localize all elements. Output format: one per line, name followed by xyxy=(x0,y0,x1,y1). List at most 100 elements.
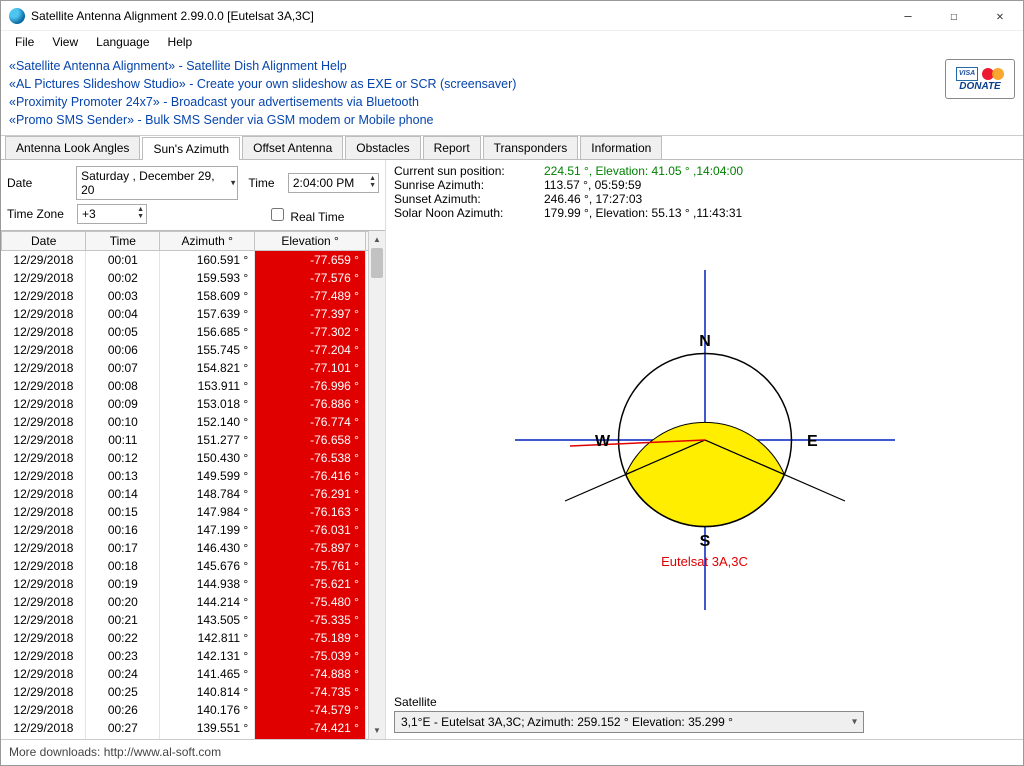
table-row[interactable]: 12/29/201800:24141.465 °-74.888 ° xyxy=(2,665,385,683)
cell-time: 00:17 xyxy=(86,539,160,557)
cell-elevation: -77.397 ° xyxy=(255,305,366,323)
status-text: More downloads: http://www.al-soft.com xyxy=(9,745,221,759)
donate-button[interactable]: VISA DONATE xyxy=(945,59,1015,99)
satellite-combo[interactable]: 3,1°E - Eutelsat 3A,3C; Azimuth: 259.152… xyxy=(394,711,864,733)
cell-elevation: -76.163 ° xyxy=(255,503,366,521)
menu-language[interactable]: Language xyxy=(88,33,157,51)
cell-date: 12/29/2018 xyxy=(2,287,86,305)
table-row[interactable]: 12/29/201800:12150.430 °-76.538 ° xyxy=(2,449,385,467)
cell-time: 00:11 xyxy=(86,431,160,449)
chevron-down-icon: ▾ xyxy=(231,178,236,189)
table-row[interactable]: 12/29/201800:08153.911 °-76.996 ° xyxy=(2,377,385,395)
cell-date: 12/29/2018 xyxy=(2,647,86,665)
table-row[interactable]: 12/29/201800:23142.131 °-75.039 ° xyxy=(2,647,385,665)
table-row[interactable]: 12/29/201800:22142.811 °-75.189 ° xyxy=(2,629,385,647)
table-row[interactable]: 12/29/201800:17146.430 °-75.897 ° xyxy=(2,539,385,557)
cell-azimuth: 142.811 ° xyxy=(160,629,255,647)
time-spinner[interactable]: 2:04:00 PM ▲▼ xyxy=(288,173,379,193)
cell-time: 00:26 xyxy=(86,701,160,719)
realtime-checkbox-input[interactable] xyxy=(271,208,284,221)
tab-offset-antenna[interactable]: Offset Antenna xyxy=(242,136,343,159)
table-row[interactable]: 12/29/201800:19144.938 °-75.621 ° xyxy=(2,575,385,593)
table-row[interactable]: 12/29/201800:13149.599 °-76.416 ° xyxy=(2,467,385,485)
sunrise-value: 113.57 °, 05:59:59 xyxy=(544,178,1015,192)
scroll-up-icon[interactable]: ▲ xyxy=(369,231,385,248)
noon-value: 179.99 °, Elevation: 55.13 ° ,11:43:31 xyxy=(544,206,1015,220)
cell-azimuth: 158.609 ° xyxy=(160,287,255,305)
date-picker[interactable]: Saturday , December 29, 20 ▾ xyxy=(76,166,238,200)
cell-elevation: -76.886 ° xyxy=(255,395,366,413)
cell-date: 12/29/2018 xyxy=(2,251,86,269)
cell-date: 12/29/2018 xyxy=(2,521,86,539)
table-row[interactable]: 12/29/201800:03158.609 °-77.489 ° xyxy=(2,287,385,305)
table-row[interactable]: 12/29/201800:26140.176 °-74.579 ° xyxy=(2,701,385,719)
col-elevation[interactable]: Elevation ° xyxy=(255,232,366,251)
table-row[interactable]: 12/29/201800:10152.140 °-76.774 ° xyxy=(2,413,385,431)
cell-elevation: -74.579 ° xyxy=(255,701,366,719)
promo-link-4[interactable]: «Promo SMS Sender» - Bulk SMS Sender via… xyxy=(9,111,1015,129)
tab-sun-azimuth[interactable]: Sun's Azimuth xyxy=(142,137,240,160)
cell-elevation: -74.421 ° xyxy=(255,719,366,737)
current-label: Current sun position: xyxy=(394,164,534,178)
tab-information[interactable]: Information xyxy=(580,136,662,159)
cell-date: 12/29/2018 xyxy=(2,503,86,521)
tab-look-angles[interactable]: Antenna Look Angles xyxy=(5,136,140,159)
table-row[interactable]: 12/29/201800:01160.591 °-77.659 ° xyxy=(2,251,385,269)
cell-time: 00:21 xyxy=(86,611,160,629)
time-label: Time xyxy=(248,176,288,190)
table-row[interactable]: 12/29/201800:16147.199 °-76.031 ° xyxy=(2,521,385,539)
table-row[interactable]: 12/29/201800:25140.814 °-74.735 ° xyxy=(2,683,385,701)
col-azimuth[interactable]: Azimuth ° xyxy=(160,232,255,251)
tab-report[interactable]: Report xyxy=(423,136,481,159)
control-panel: Date Saturday , December 29, 20 ▾ Time 2… xyxy=(1,160,385,230)
tab-transponders[interactable]: Transponders xyxy=(483,136,579,159)
window-title: Satellite Antenna Alignment 2.99.0.0 [Eu… xyxy=(31,9,885,23)
cell-azimuth: 144.938 ° xyxy=(160,575,255,593)
time-value: 2:04:00 PM xyxy=(293,176,354,190)
minimize-button[interactable]: — xyxy=(885,1,931,30)
promo-link-1[interactable]: «Satellite Antenna Alignment» - Satellit… xyxy=(9,57,1015,75)
promo-panel: «Satellite Antenna Alignment» - Satellit… xyxy=(1,53,1023,136)
tz-spinner[interactable]: +3 ▲▼ xyxy=(77,204,147,224)
cell-date: 12/29/2018 xyxy=(2,431,86,449)
table-row[interactable]: 12/29/201800:27139.551 °-74.421 ° xyxy=(2,719,385,737)
table-row[interactable]: 12/29/201800:21143.505 °-75.335 ° xyxy=(2,611,385,629)
cell-time: 00:14 xyxy=(86,485,160,503)
cell-azimuth: 143.505 ° xyxy=(160,611,255,629)
table-row[interactable]: 12/29/201800:14148.784 °-76.291 ° xyxy=(2,485,385,503)
cell-date: 12/29/2018 xyxy=(2,557,86,575)
table-row[interactable]: 12/29/201800:05156.685 °-77.302 ° xyxy=(2,323,385,341)
table-row[interactable]: 12/29/201800:09153.018 °-76.886 ° xyxy=(2,395,385,413)
table-row[interactable]: 12/29/201800:20144.214 °-75.480 ° xyxy=(2,593,385,611)
menu-help[interactable]: Help xyxy=(160,33,201,51)
table-row[interactable]: 12/29/201800:28138.940 °-74.261 ° xyxy=(2,737,385,740)
data-grid[interactable]: Date Time Azimuth ° Elevation ° 12/29/20… xyxy=(1,230,385,739)
promo-link-2[interactable]: «AL Pictures Slideshow Studio» - Create … xyxy=(9,75,1015,93)
col-time[interactable]: Time xyxy=(86,232,160,251)
table-row[interactable]: 12/29/201800:07154.821 °-77.101 ° xyxy=(2,359,385,377)
tab-obstacles[interactable]: Obstacles xyxy=(345,136,420,159)
menu-view[interactable]: View xyxy=(44,33,86,51)
sunset-label: Sunset Azimuth: xyxy=(394,192,534,206)
col-date[interactable]: Date xyxy=(2,232,86,251)
menu-file[interactable]: File xyxy=(7,33,42,51)
promo-link-3[interactable]: «Proximity Promoter 24x7» - Broadcast yo… xyxy=(9,93,1015,111)
close-button[interactable]: ✕ xyxy=(977,1,1023,30)
scroll-down-icon[interactable]: ▼ xyxy=(369,722,385,739)
maximize-button[interactable]: ☐ xyxy=(931,1,977,30)
table-row[interactable]: 12/29/201800:02159.593 °-77.576 ° xyxy=(2,269,385,287)
vertical-scrollbar[interactable]: ▲ ▼ xyxy=(368,231,385,739)
table-row[interactable]: 12/29/201800:11151.277 °-76.658 ° xyxy=(2,431,385,449)
table-row[interactable]: 12/29/201800:18145.676 °-75.761 ° xyxy=(2,557,385,575)
cell-time: 00:16 xyxy=(86,521,160,539)
realtime-label: Real Time xyxy=(290,210,344,224)
sun-info: Current sun position: 224.51 °, Elevatio… xyxy=(386,160,1023,224)
table-row[interactable]: 12/29/201800:04157.639 °-77.397 ° xyxy=(2,305,385,323)
realtime-checkbox[interactable]: Real Time xyxy=(267,205,344,224)
scroll-thumb[interactable] xyxy=(371,248,383,278)
cell-azimuth: 148.784 ° xyxy=(160,485,255,503)
title-bar: Satellite Antenna Alignment 2.99.0.0 [Eu… xyxy=(1,1,1023,31)
table-row[interactable]: 12/29/201800:15147.984 °-76.163 ° xyxy=(2,503,385,521)
cell-elevation: -77.489 ° xyxy=(255,287,366,305)
table-row[interactable]: 12/29/201800:06155.745 °-77.204 ° xyxy=(2,341,385,359)
